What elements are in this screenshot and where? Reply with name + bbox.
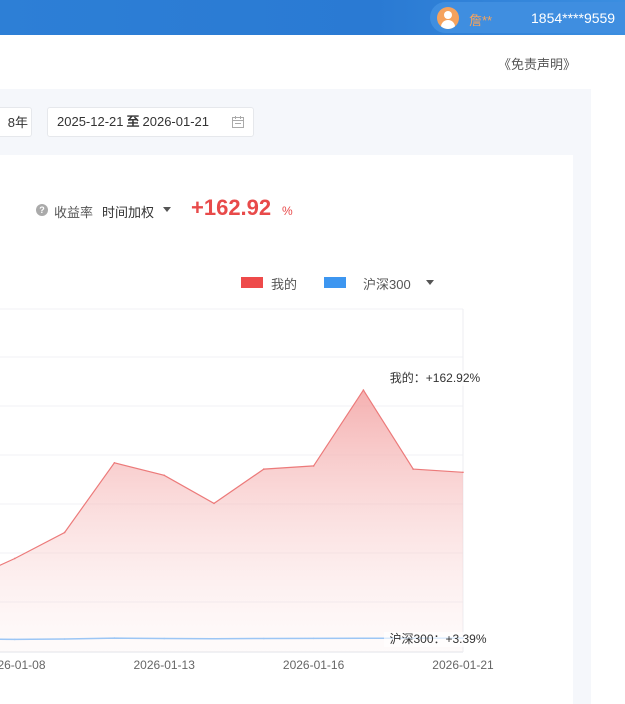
- data-point-hs300: [362, 637, 365, 640]
- data-point-mine: [63, 531, 66, 534]
- calendar-icon[interactable]: [232, 116, 244, 128]
- data-point-mine: [312, 465, 315, 467]
- period-chip[interactable]: 8年: [0, 107, 32, 137]
- metric-unit: %: [282, 204, 293, 218]
- metric-value: +162.92: [191, 195, 272, 220]
- data-point-hs300: [63, 638, 66, 640]
- data-point-hs300: [263, 637, 265, 640]
- return-chart[interactable]: 2026-01-08 2026-01-13 2026-01-16 2026-01-21…: [0, 300, 520, 680]
- data-point-mine: [14, 557, 16, 560]
- chevron-down-icon[interactable]: [163, 207, 171, 212]
- data-point-mine: [163, 474, 165, 477]
- end-label-mine: 我的：+162.92%: [390, 370, 481, 385]
- data-point-hs300: [14, 638, 16, 641]
- avatar-icon[interactable]: [437, 7, 459, 29]
- data-point-mine: [362, 389, 365, 391]
- data-point-hs300: [163, 637, 165, 640]
- data-point-mine: [412, 468, 415, 470]
- help-icon[interactable]: ?: [36, 204, 48, 216]
- date-start: 2025-12-21: [57, 114, 124, 129]
- phone-number[interactable]: 1854****9559: [531, 10, 615, 26]
- data-point-mine: [213, 502, 215, 505]
- x-tick-label: 2026-01-08: [0, 658, 46, 672]
- data-point-hs300: [312, 637, 315, 640]
- x-tick-label: 2026-01-21: [432, 658, 494, 672]
- series-area-mine: [0, 390, 463, 652]
- legend-label-hs300[interactable]: 沪深300: [363, 274, 411, 293]
- x-tick-label: 2026-01-13: [134, 658, 196, 672]
- data-point-mine: [462, 471, 464, 474]
- username[interactable]: 詹**: [469, 10, 492, 29]
- disclaimer-link[interactable]: 《免责声明》: [498, 54, 576, 73]
- data-point-hs300: [113, 637, 116, 639]
- metric-mode-select[interactable]: 时间加权: [102, 202, 154, 221]
- benchmark-dropdown-icon[interactable]: [426, 280, 434, 285]
- date-range-picker[interactable]: 2025-12-21 至 2026-01-21: [47, 107, 254, 137]
- data-point-hs300: [213, 637, 215, 640]
- data-point-mine: [263, 468, 265, 470]
- legend-swatch-hs300[interactable]: [324, 277, 346, 288]
- metric-label: 收益率: [54, 205, 94, 220]
- x-tick-label: 2026-01-16: [283, 658, 345, 672]
- legend-swatch-mine[interactable]: [241, 277, 263, 288]
- data-point-mine: [113, 462, 116, 464]
- legend-label-mine[interactable]: 我的: [271, 274, 297, 293]
- end-label-hs300: 沪深300：+3.39%: [389, 632, 486, 646]
- date-end: 2026-01-21: [142, 114, 210, 129]
- date-separator: 至: [126, 114, 140, 129]
